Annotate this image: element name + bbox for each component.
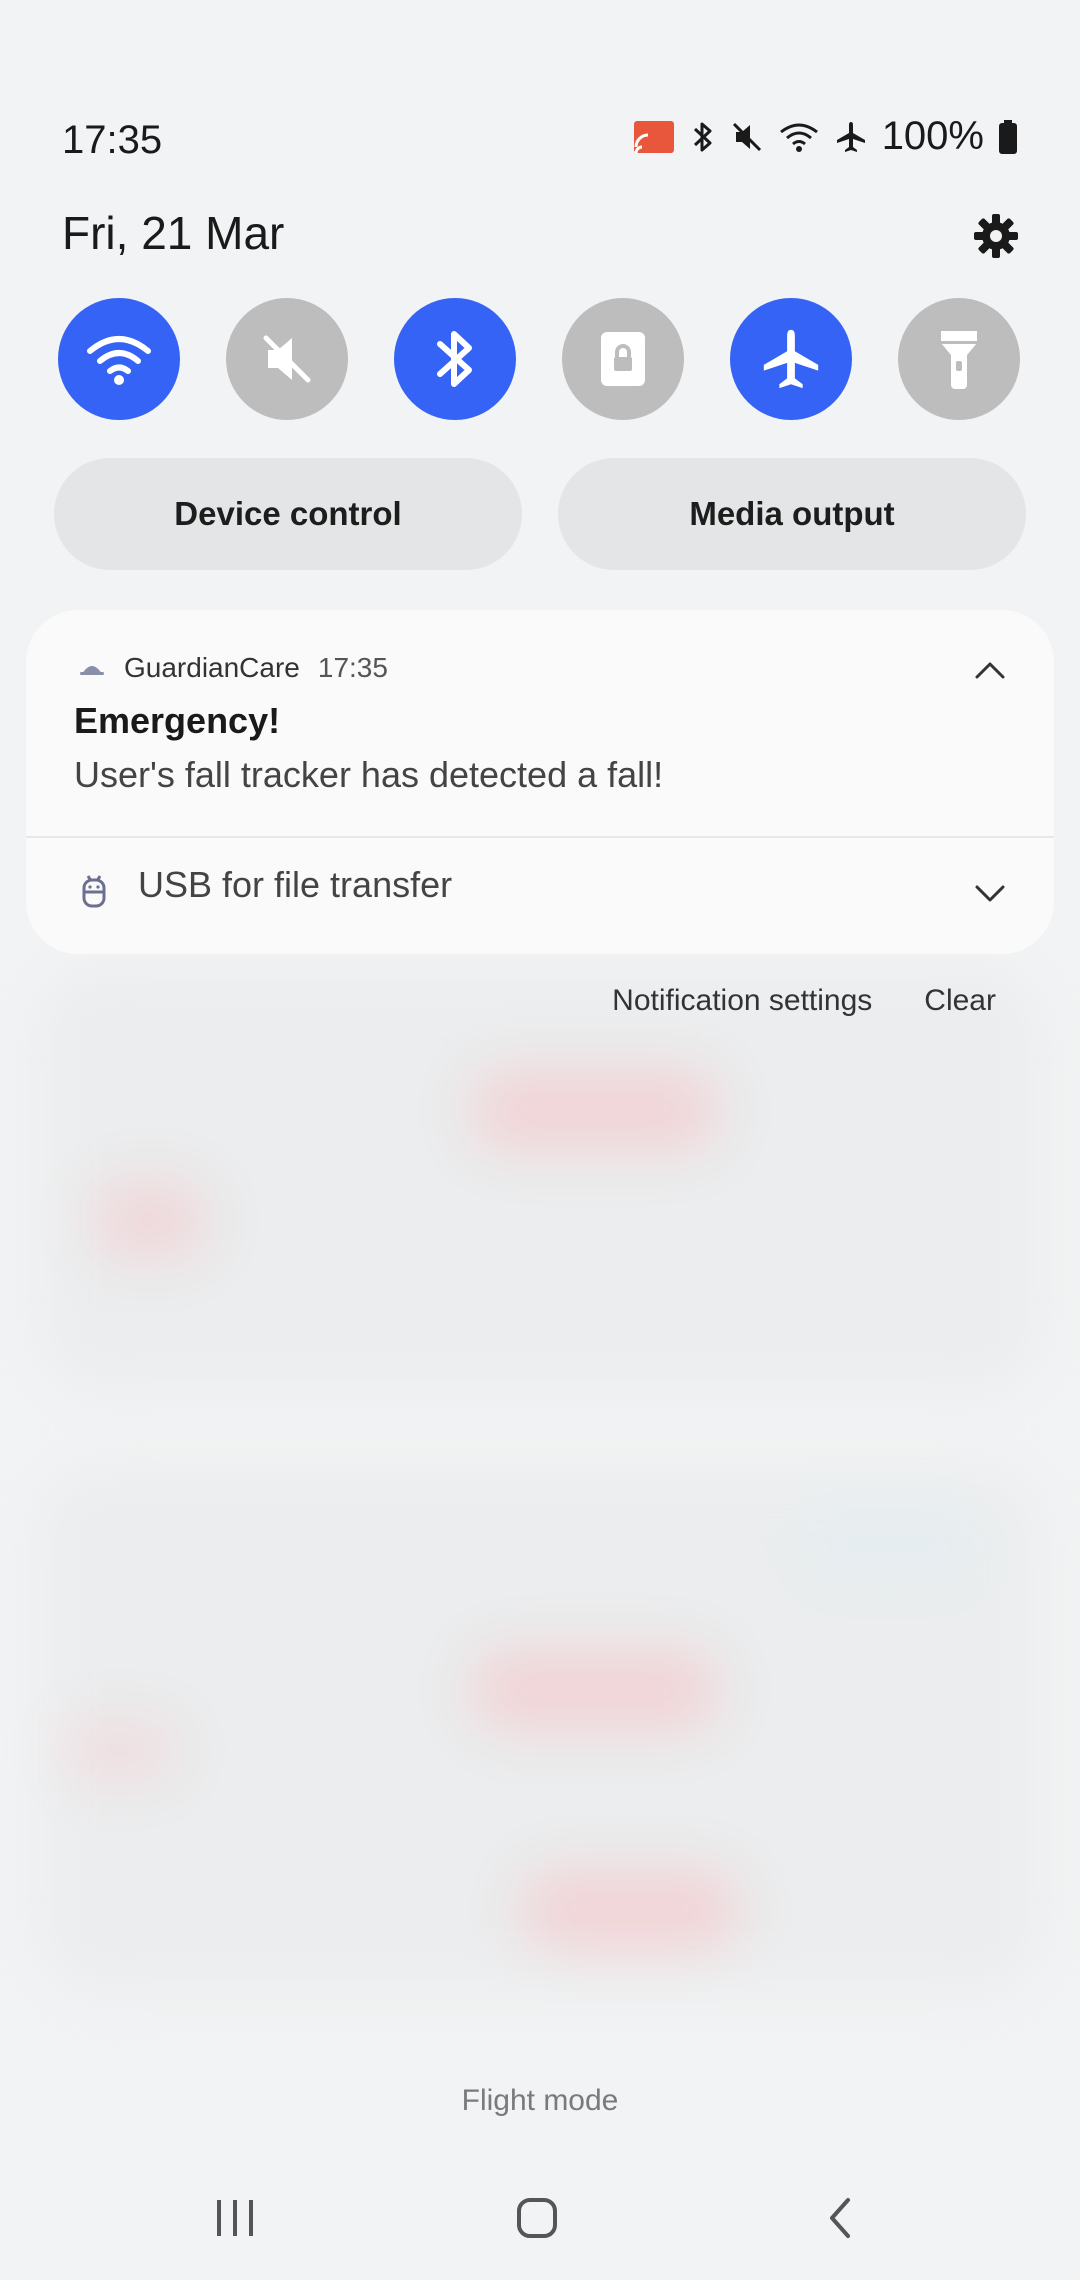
qs-torch-toggle[interactable] bbox=[898, 298, 1020, 420]
chevron-up-icon bbox=[975, 662, 1005, 679]
device-control-button[interactable]: Device control bbox=[54, 458, 522, 570]
recents-button[interactable] bbox=[200, 2188, 270, 2248]
notification-card[interactable]: GuardianCare 17:35 Emergency! User's fal… bbox=[26, 610, 1054, 954]
battery-percent: 100% bbox=[881, 114, 984, 158]
bluetooth-icon bbox=[437, 331, 472, 387]
notification-actions: Notification settings Clear bbox=[612, 984, 996, 1018]
date-label: Fri, 21 Mar bbox=[62, 207, 285, 259]
home-icon bbox=[517, 2198, 557, 2238]
usb-notification-label: USB for file transfer bbox=[138, 864, 453, 905]
media-output-button[interactable]: Media output bbox=[558, 458, 1026, 570]
navigation-bar bbox=[0, 2180, 1080, 2260]
home-button[interactable] bbox=[502, 2188, 572, 2248]
wifi-icon bbox=[779, 123, 818, 152]
mute-icon bbox=[263, 335, 311, 383]
qs-wifi-toggle[interactable] bbox=[58, 298, 180, 420]
notification-title: Emergency! bbox=[74, 700, 281, 741]
qs-rotation-lock-toggle[interactable] bbox=[562, 298, 684, 420]
recents-icon bbox=[217, 2200, 253, 2236]
notification-app-name: GuardianCare bbox=[124, 652, 300, 683]
gear-icon bbox=[974, 214, 1018, 258]
expand-usb-notification-button[interactable] bbox=[966, 870, 1014, 918]
back-icon bbox=[830, 2198, 850, 2238]
cast-icon bbox=[633, 120, 674, 153]
notification-body: User's fall tracker has detected a fall! bbox=[74, 754, 664, 795]
airplane-icon bbox=[836, 121, 865, 152]
notification-header: GuardianCare 17:35 bbox=[78, 652, 388, 684]
status-bar: 17:35 100% bbox=[0, 110, 1080, 170]
qs-sound-toggle[interactable] bbox=[226, 298, 348, 420]
flashlight-icon bbox=[941, 331, 977, 389]
chevron-down-icon bbox=[975, 885, 1005, 902]
status-clock: 17:35 bbox=[62, 118, 163, 162]
wifi-icon bbox=[87, 336, 151, 385]
clear-notifications-button[interactable]: Clear bbox=[924, 984, 996, 1018]
airplane-icon bbox=[763, 329, 819, 389]
guardiancare-app-icon bbox=[80, 666, 104, 675]
quick-settings-row bbox=[58, 298, 1020, 420]
bluetooth-icon bbox=[693, 122, 712, 151]
back-button[interactable] bbox=[804, 2188, 874, 2248]
qs-bluetooth-toggle[interactable] bbox=[394, 298, 516, 420]
battery-icon bbox=[999, 119, 1017, 154]
usb-notification[interactable]: USB for file transfer bbox=[26, 838, 1054, 954]
settings-button[interactable] bbox=[966, 206, 1026, 266]
android-debug-icon bbox=[82, 875, 106, 908]
collapse-notification-button[interactable] bbox=[966, 646, 1014, 694]
qs-flight-mode-toggle[interactable] bbox=[730, 298, 852, 420]
lock-icon bbox=[601, 332, 645, 386]
notification-time: 17:35 bbox=[317, 652, 388, 683]
mute-icon bbox=[732, 122, 761, 151]
status-icons: 100% bbox=[632, 114, 1018, 159]
notification-settings-link[interactable]: Notification settings bbox=[612, 984, 872, 1018]
flight-mode-status: Flight mode bbox=[461, 2084, 619, 2117]
